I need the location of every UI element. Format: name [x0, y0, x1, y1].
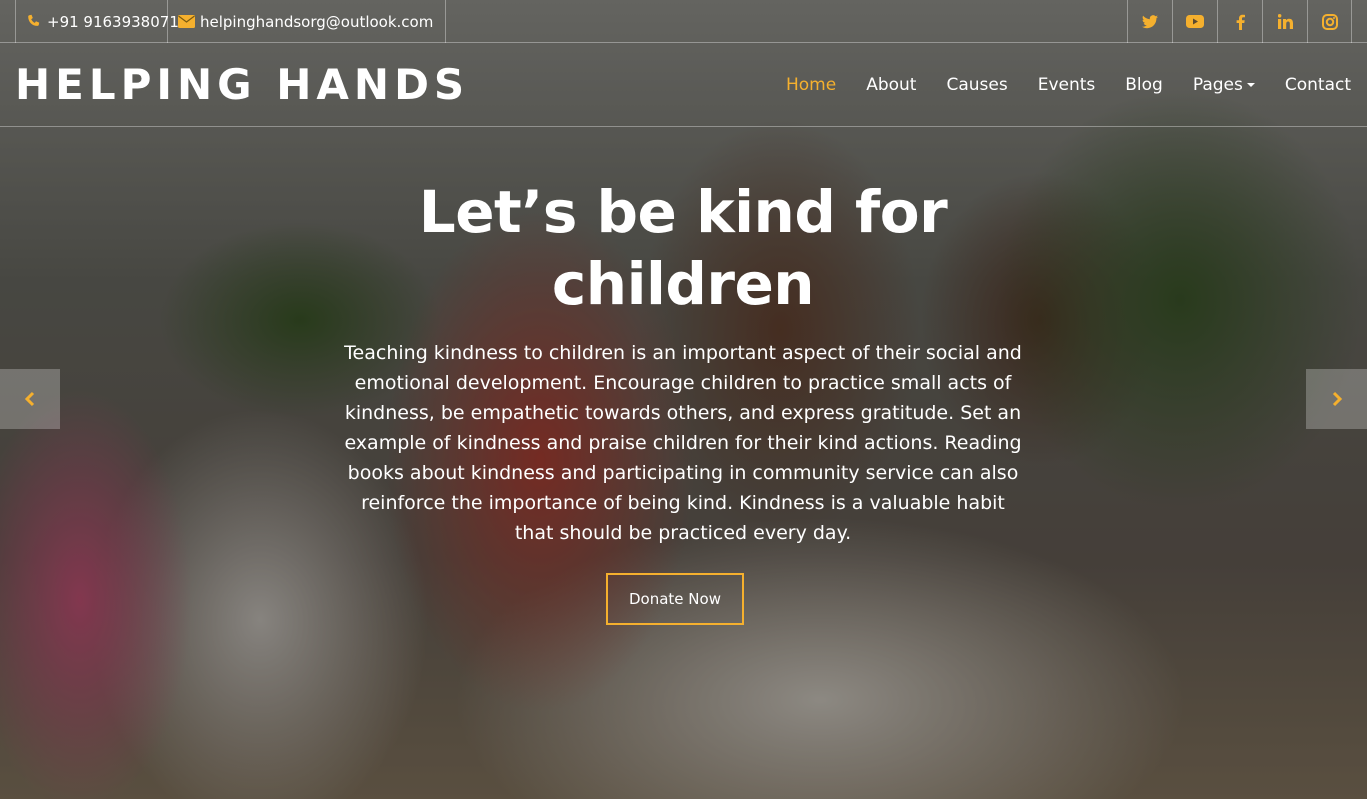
nav-item-blog[interactable]: Blog [1125, 75, 1163, 95]
twitter-icon[interactable] [1127, 0, 1172, 43]
phone-number: +91 9163938071 [47, 12, 179, 31]
nav-item-contact[interactable]: Contact [1285, 75, 1351, 95]
nav-item-about[interactable]: About [866, 75, 916, 95]
email-contact[interactable]: helpinghandsorg@outlook.com [168, 0, 446, 43]
linkedin-icon[interactable] [1262, 0, 1307, 43]
nav-item-causes[interactable]: Causes [946, 75, 1007, 95]
top-bar: +91 9163938071 helpinghandsorg@outlook.c… [0, 0, 1367, 43]
hero-title: Let’s be kind for children [383, 176, 983, 320]
brand-logo[interactable]: HELPING HANDS [15, 61, 469, 109]
nav-item-pages-label: Pages [1192, 75, 1243, 95]
chevron-left-icon [24, 391, 35, 407]
nav-menu: Home About Causes Events Blog Pages Cont… [756, 43, 1351, 127]
carousel-next-button[interactable] [1306, 369, 1367, 429]
instagram-icon[interactable] [1307, 0, 1352, 43]
hero-title-line-1: Let’s be kind for [418, 178, 948, 246]
envelope-icon [178, 15, 195, 28]
youtube-icon[interactable] [1172, 0, 1217, 43]
main-navbar: HELPING HANDS Home About Causes Events B… [0, 43, 1367, 127]
hero-title-line-2: children [551, 250, 815, 318]
facebook-icon[interactable] [1217, 0, 1262, 43]
chevron-right-icon [1332, 391, 1342, 407]
social-links [1127, 0, 1352, 43]
donate-now-button[interactable]: Donate Now [606, 573, 744, 625]
email-address: helpinghandsorg@outlook.com [200, 12, 434, 31]
phone-contact[interactable]: +91 9163938071 [15, 0, 179, 43]
nav-item-pages[interactable]: Pages [1193, 75, 1255, 95]
phone-icon [26, 14, 42, 30]
carousel-prev-button[interactable] [0, 369, 60, 429]
nav-item-events[interactable]: Events [1038, 75, 1096, 95]
hero-description: Teaching kindness to children is an impo… [344, 342, 1022, 544]
caret-down-icon [1246, 83, 1255, 87]
nav-item-home[interactable]: Home [786, 75, 836, 95]
